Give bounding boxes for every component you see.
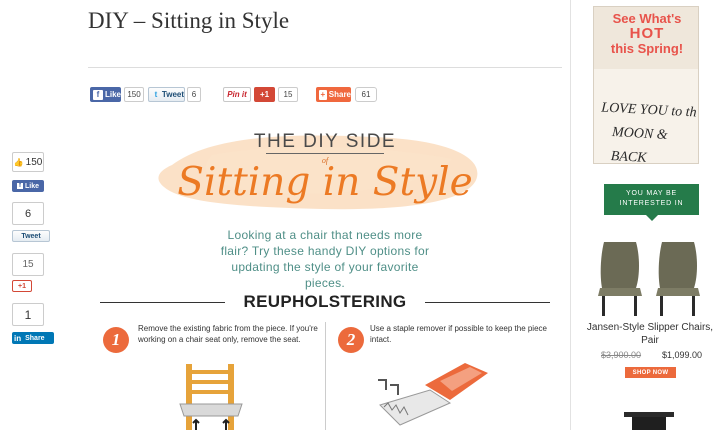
floating-like-count: 👍 150 [12,152,44,172]
facebook-like-count: 150 [124,87,144,102]
chair-illustration [179,364,243,430]
share-label: Share [328,90,351,99]
title-divider [88,67,562,68]
tweet-label: Tweet [161,90,184,99]
floating-like-label: Like [24,182,39,190]
section-rule-left [100,302,225,303]
thumbs-up-icon: 👍 [13,157,24,167]
step-text-1: Remove the existing fabric from the piec… [138,324,318,344]
section-title: REUPHOLSTERING [243,292,407,311]
step-number-1: 1 [103,327,129,353]
floating-linkedin-share-button[interactable]: in Share [12,332,54,344]
heading-rule [266,153,384,154]
pillow-text-line-2: MOON & BACK [610,125,669,164]
next-product-image[interactable] [618,410,680,430]
share-button[interactable]: + Share [316,87,351,102]
linkedin-icon: in [14,333,22,343]
floating-tweet-count: 6 [12,202,44,225]
floating-linkedin-count: 1 [12,303,44,326]
share-icon: + [319,89,327,100]
facebook-like-label: Like [104,90,121,99]
pinterest-pin-button[interactable]: Pin it [223,87,251,102]
ad-headline-line-2: HOT [629,25,665,42]
ad-headline-line-1: See What's [612,11,682,26]
facebook-icon: f [93,89,103,100]
tweet-button[interactable]: t Tweet [148,87,185,102]
infographic-heading-main: Sitting in Style [177,160,473,205]
spring-promo-ad[interactable]: See What's HOT this Spring! LOVE YOU to … [593,6,699,164]
step-number-2: 2 [338,327,364,353]
facebook-like-button[interactable]: f Like [90,87,121,102]
recommendations-header: YOU MAY BE INTERESTED IN [604,184,699,215]
product-title[interactable]: Jansen-Style Slipper Chairs, Pair [580,321,720,347]
floating-google-plus-count: 15 [12,253,44,276]
step-text-2: Use a staple remover if possible to keep… [370,324,547,344]
facebook-icon: f [16,183,23,189]
staple-remover-illustration [378,363,488,426]
ad-headline: See What's HOT this Spring! [594,11,698,56]
google-plus-count: 15 [278,87,298,102]
floating-facebook-like-button[interactable]: f Like [12,180,44,192]
pillow-text: LOVE YOU to th MOON & BACK [598,96,698,164]
shop-now-button[interactable]: SHOP NOW [625,367,676,378]
ad-headline-line-3: this Spring! [610,41,684,56]
floating-google-plus-button[interactable]: +1 [12,280,32,292]
google-plus-button[interactable]: +1 [254,87,275,102]
share-count: 61 [355,87,377,102]
floating-tweet-label: Tweet [21,232,41,240]
product-old-price: $3,900.00 [601,350,642,360]
steps-divider [325,322,326,430]
product-sale-price: $1,099.00 [662,350,703,360]
slipper-chairs-image[interactable] [596,238,706,318]
section-rule-right [425,302,550,303]
twitter-bird-icon: t [154,89,158,99]
infographic-heading-top: THE DIY SIDE [253,131,397,152]
article-title: DIY – Sitting in Style [88,8,290,33]
sidebar-divider [570,0,571,430]
floating-like-count-value: 150 [25,156,43,168]
infographic-intro: Looking at a chair that needs more flair… [220,228,430,290]
floating-tweet-button[interactable]: Tweet [12,230,50,242]
floating-linkedin-label: Share [25,334,45,342]
tweet-count: 6 [187,87,201,102]
recommendations-header-arrow [646,215,658,221]
